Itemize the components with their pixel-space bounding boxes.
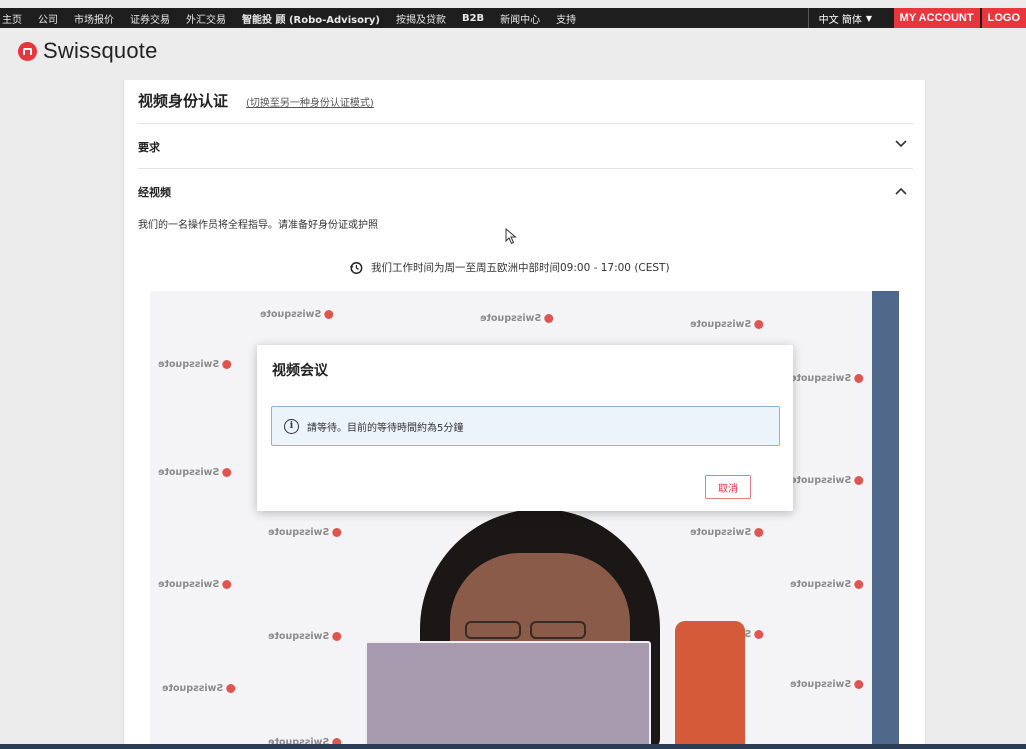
- working-hours-text: 我们工作时间为周一至周五欧洲中部时间09:00 - 17:00 (CEST): [371, 262, 670, 274]
- info-icon: i: [284, 418, 299, 434]
- glasses: [465, 621, 521, 639]
- orange-chair: [675, 621, 745, 749]
- wall-logo: Swissquote: [162, 683, 236, 694]
- section-requirements-title[interactable]: 要求: [138, 139, 160, 155]
- nav-item-news[interactable]: 新闻中心: [500, 11, 540, 26]
- nav-item-home[interactable]: 主页: [2, 11, 22, 26]
- language-selector[interactable]: 中文 簡体 ▼: [807, 8, 884, 28]
- wall-logo: Swissquote: [268, 631, 342, 642]
- dialog-title: 视频会议: [272, 363, 328, 379]
- window-frame: [872, 291, 899, 749]
- wait-info-text: 請等待。目前的等待時間約為5分鐘: [307, 422, 464, 434]
- video-conference-dialog: 视频会议 i 請等待。目前的等待時間約為5分鐘 取消: [257, 345, 793, 511]
- nav-item-mortgages[interactable]: 按揭及贷款: [396, 11, 446, 26]
- mouse-cursor-icon: [505, 228, 517, 245]
- chevron-down-icon[interactable]: [895, 138, 907, 151]
- section-video-description: 我们的一名操作员将全程指导。请准备好身份证或护照: [138, 220, 378, 231]
- caret-down-icon: ▼: [865, 13, 872, 23]
- wall-logo: Swissquote: [790, 373, 864, 384]
- wall-logo: Swissquote: [268, 527, 342, 538]
- section-video-title[interactable]: 经视频: [138, 184, 171, 200]
- glasses: [530, 621, 586, 639]
- logo-text: Swissquote: [43, 38, 158, 63]
- panel-header: 视频身份认证 (切换至另一种身份认证模式): [138, 90, 374, 111]
- cancel-button[interactable]: 取消: [705, 475, 751, 499]
- wait-info-box: i 請等待。目前的等待時間約為5分鐘: [271, 406, 780, 446]
- page-title: 视频身份认证: [138, 92, 229, 110]
- wall-logo: Swissquote: [790, 475, 864, 486]
- working-hours: 我们工作时间为周一至周五欧洲中部时间09:00 - 17:00 (CEST): [349, 260, 670, 275]
- wall-logo: Swissquote: [790, 679, 864, 690]
- divider: [138, 123, 913, 124]
- top-navigation-bar: 主页 公司 市场报价 证券交易 外汇交易 智能投 顾 (Robo-Advisor…: [0, 8, 1026, 28]
- divider: [138, 168, 913, 169]
- wall-logo: Swissquote: [158, 579, 232, 590]
- id-card-held-up: [365, 641, 651, 749]
- wall-logo: Swissquote: [790, 579, 864, 590]
- wall-logo: Swissquote: [480, 313, 554, 324]
- nav-item-forex[interactable]: 外汇交易: [186, 11, 226, 26]
- nav-item-robo-advisory[interactable]: 智能投 顾 (Robo-Advisory): [242, 11, 380, 26]
- wall-logo: Swissquote: [260, 309, 334, 320]
- swissquote-logo[interactable]: Swissquote: [18, 38, 158, 64]
- switch-verification-mode-link[interactable]: (切换至另一种身份认证模式): [246, 94, 374, 109]
- nav-item-b2b[interactable]: B2B: [462, 13, 484, 24]
- my-account-button[interactable]: MY ACCOUNT: [893, 8, 980, 28]
- wall-logo: Swissquote: [690, 319, 764, 330]
- swissquote-logo-icon: [18, 41, 37, 61]
- nav-item-securities[interactable]: 证券交易: [130, 11, 170, 26]
- bottom-bar: [0, 744, 1026, 749]
- history-clock-icon: [349, 261, 363, 274]
- nav-item-company[interactable]: 公司: [38, 11, 58, 26]
- nav-item-support[interactable]: 支持: [556, 11, 576, 26]
- wall-logo: Swissquote: [158, 467, 232, 478]
- wall-logo: Swissquote: [158, 359, 232, 370]
- nav-item-market-quotes[interactable]: 市场报价: [74, 11, 114, 26]
- language-label: 中文 簡体: [818, 14, 862, 26]
- logout-button[interactable]: LOGO: [981, 8, 1026, 28]
- chevron-up-icon[interactable]: [895, 185, 907, 198]
- wall-logo: Swissquote: [690, 527, 764, 538]
